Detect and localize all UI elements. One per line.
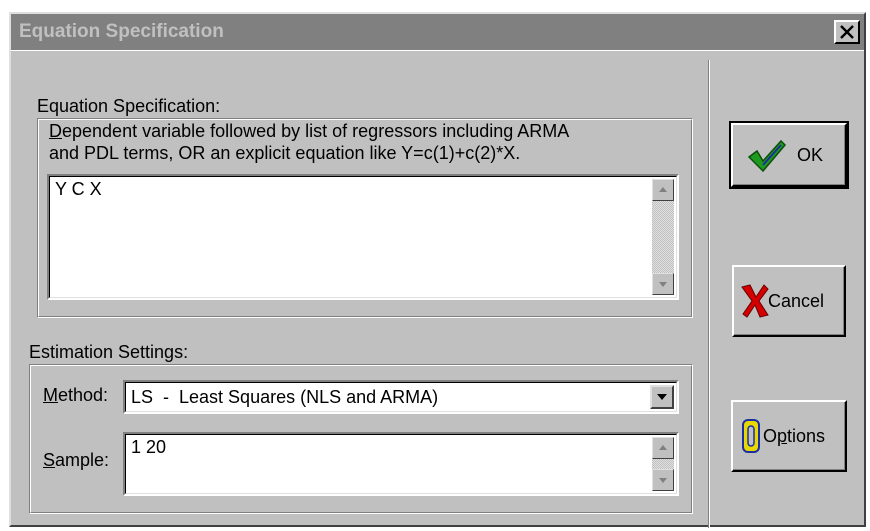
title-bar[interactable]: Equation Specification [11,14,864,50]
scroll-down-arrow-icon [659,282,667,287]
equation-scroll-up-button[interactable] [652,179,674,201]
dropdown-arrow-icon [657,394,667,400]
sample-accel-s: S [43,450,56,470]
help-accel-d: D [49,121,62,141]
x-mark-icon [741,284,769,318]
sample-scrollbar[interactable] [652,437,674,491]
checkmark-icon [747,139,787,173]
sample-scroll-down-button[interactable] [652,469,674,491]
cancel-button[interactable]: Cancel [732,265,846,337]
equation-scrollbar[interactable] [652,179,674,295]
method-value: LS - Least Squares (NLS and ARMA) [131,387,439,407]
cancel-label: Cancel [768,291,825,311]
sample-label: Sample: [43,450,109,471]
title-divider [11,50,864,51]
equation-group-label: Equation Specification: [37,96,221,116]
method-dropdown-button[interactable] [650,385,674,409]
close-icon [840,25,854,39]
equation-help-text: Dependent variable followed by list of r… [49,120,569,164]
ok-label: OK [797,145,824,165]
vertical-divider [708,60,710,528]
equation-specification-dialog: Equation Specification Equation Specific… [9,12,866,528]
close-button[interactable] [834,20,860,44]
help-line-1-text: ependent variable followed by list of re… [62,121,570,141]
ok-button[interactable]: OK [729,121,849,189]
scroll-down-arrow-icon [659,478,667,483]
help-line-1: Dependent variable followed by list of r… [49,120,569,142]
sample-textarea[interactable]: 1 20 [123,432,679,496]
sample-value[interactable]: 1 20 [131,437,166,458]
options-label-rest: tions [787,426,826,446]
sample-label-text: ample: [55,450,110,470]
sample-scroll-up-button[interactable] [652,437,674,459]
equation-scroll-down-button[interactable] [652,273,674,295]
method-accel-m: M [43,385,58,405]
dialog-title: Equation Specification [19,21,224,42]
equation-textarea[interactable]: Y C X [47,174,679,300]
help-line-2: and PDL terms, OR an explicit equation l… [49,143,521,163]
options-label: Options [763,426,825,447]
dialog-body: Equation Specification: Dependent variab… [11,50,864,528]
method-label: Method: [43,385,108,406]
options-o-icon [742,419,760,453]
scroll-up-arrow-icon [659,187,667,192]
method-label-text: ethod: [58,385,109,405]
options-label-prefix: O [763,426,778,446]
method-dropdown[interactable]: LS - Least Squares (NLS and ARMA) [123,380,679,414]
scroll-up-arrow-icon [659,445,667,450]
equation-value[interactable]: Y C X [55,179,102,200]
options-accel-p: p [777,426,788,446]
options-button[interactable]: Options [731,400,847,472]
estimation-group-label: Estimation Settings: [29,342,189,362]
